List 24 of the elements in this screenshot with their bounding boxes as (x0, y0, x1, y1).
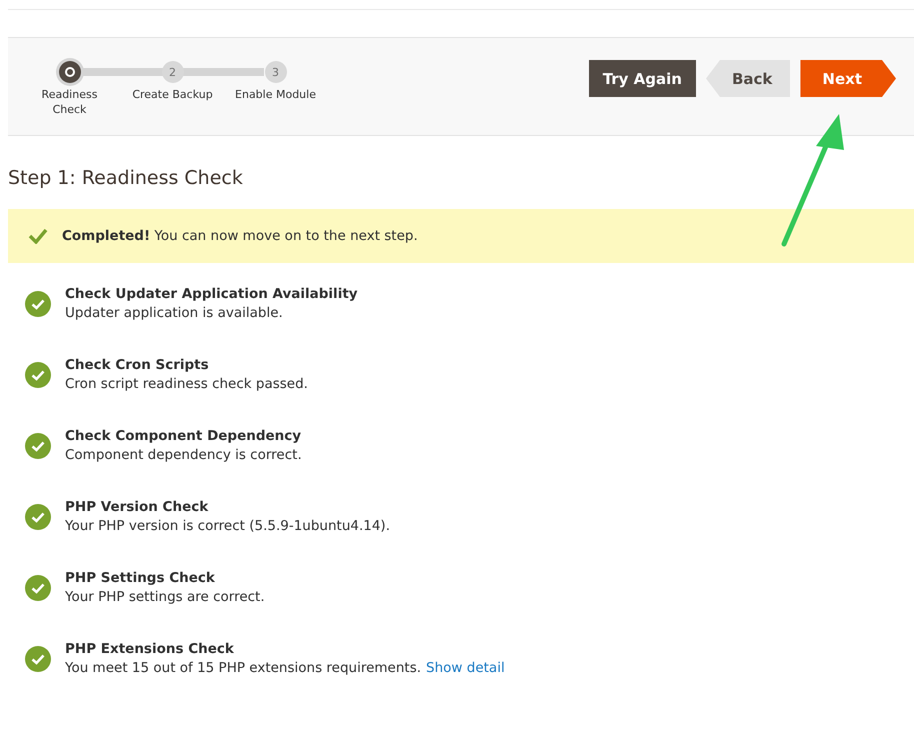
show-detail-link[interactable]: Show detail (426, 660, 505, 676)
page-title: Step 1: Readiness Check (8, 167, 244, 189)
check-title: Check Updater Application Availability (65, 285, 358, 304)
step-label: Enable Module (235, 87, 316, 102)
step-label: Create Backup (132, 87, 213, 102)
check-result: Your PHP settings are correct. (65, 589, 265, 605)
check-result: Component dependency is correct. (65, 447, 302, 463)
check-title: PHP Extensions Check (65, 640, 235, 659)
check-title: PHP Version Check (65, 498, 210, 517)
check-title: Check Component Dependency (65, 427, 302, 446)
check-result: Your PHP version is correct (5.5.9-1ubuntu4.14). (65, 518, 390, 534)
success-message: Completed! You can now move on to the next step. (62, 228, 418, 244)
action-button[interactable]: Try Again (588, 60, 696, 97)
check-result: Cron script readiness check passed. (65, 376, 308, 392)
check-title: Check Cron Scripts (65, 356, 210, 375)
step-indicator: 2 (162, 61, 184, 83)
action-button[interactable]: Back (706, 60, 790, 97)
check-result: You meet 15 out of 15 PHP extensions requirements. (65, 660, 422, 676)
step-label: Readiness Check (40, 87, 98, 117)
check-title: PHP Settings Check (65, 569, 216, 588)
step-indicator: 3 (264, 61, 286, 83)
check-result: Updater application is available. (65, 305, 283, 321)
checkmark-icon (28, 228, 48, 244)
action-button[interactable]: Next (800, 60, 896, 97)
